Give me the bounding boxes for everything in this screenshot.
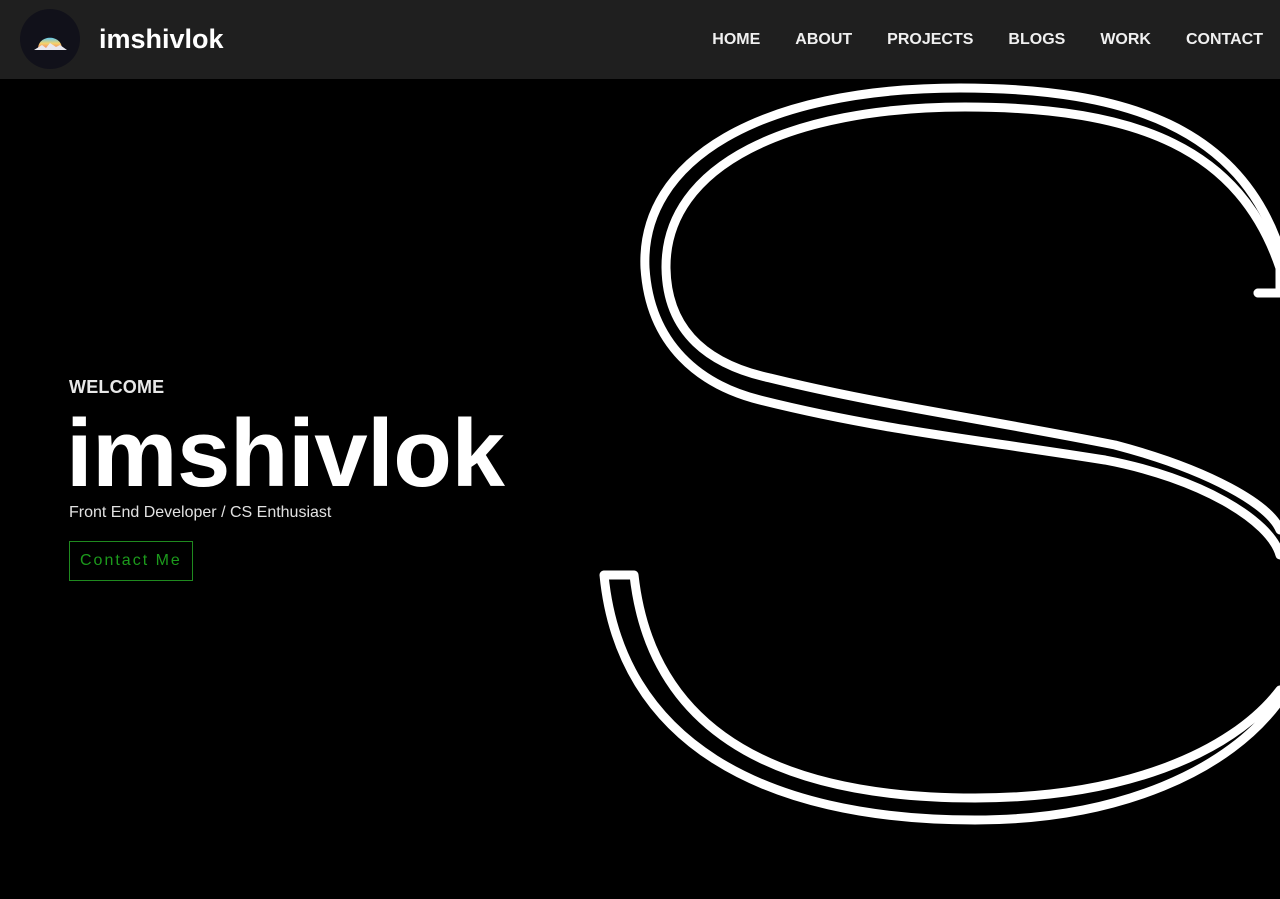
contact-me-button[interactable]: Contact Me <box>69 541 193 581</box>
nav-work[interactable]: WORK <box>1100 30 1151 49</box>
nav-contact[interactable]: CONTACT <box>1186 30 1263 49</box>
nav-projects[interactable]: PROJECTS <box>887 30 973 49</box>
nav-blogs[interactable]: BLOGS <box>1008 30 1065 49</box>
sunrise-mountain-logo-icon[interactable] <box>20 9 80 69</box>
nav-home[interactable]: HOME <box>712 30 760 49</box>
nav-about[interactable]: ABOUT <box>795 30 852 49</box>
hero-section: WELCOME imshivlok Front End Developer / … <box>66 376 505 581</box>
hero-welcome: WELCOME <box>69 377 165 397</box>
navbar: imshivlok HOME ABOUT PROJECTS BLOGS WORK… <box>0 0 1280 79</box>
page: imshivlok HOME ABOUT PROJECTS BLOGS WORK… <box>0 0 1280 899</box>
nav-menu: HOME ABOUT PROJECTS BLOGS WORK CONTACT <box>677 30 1263 49</box>
hero-title: imshivlok <box>66 400 505 507</box>
brand-name[interactable]: imshivlok <box>99 22 224 56</box>
